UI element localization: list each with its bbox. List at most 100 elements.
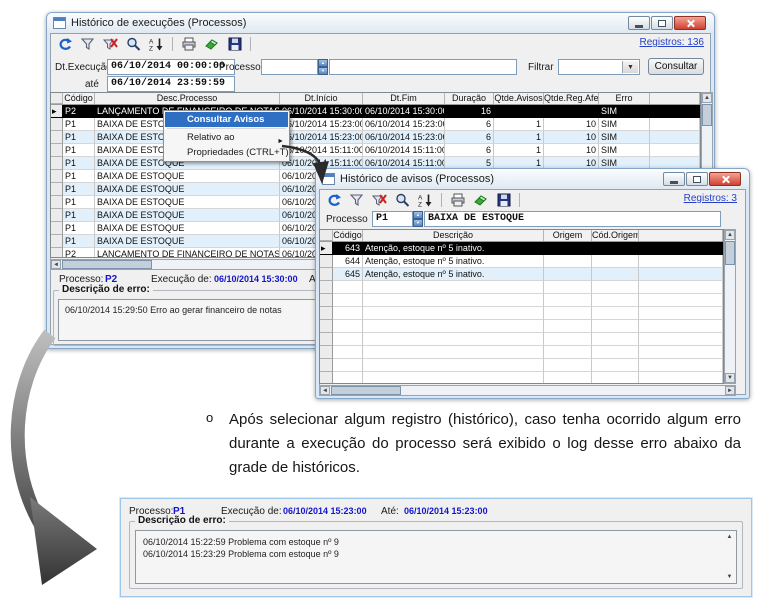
column-header[interactable]: Desc.Processo (95, 93, 280, 104)
menu-item-consultar-avisos[interactable]: Consultar Avisos (165, 112, 288, 127)
vertical-scrollbar[interactable]: ▲ ▼ (724, 229, 736, 384)
column-header[interactable]: Dt.Fim (363, 93, 445, 104)
table-row[interactable]: P1 BAIXA DE ESTOQUE 06/10/2014 15:23:00 … (51, 131, 700, 144)
consultar-button[interactable]: Consultar (648, 58, 704, 75)
minimize-button[interactable] (628, 16, 650, 30)
minimize-button[interactable] (663, 172, 685, 186)
column-header[interactable]: Código (63, 93, 95, 104)
refresh-icon[interactable] (324, 192, 343, 208)
zoom-icon[interactable] (124, 36, 143, 52)
processo-input[interactable] (261, 59, 318, 75)
table-row[interactable]: P1 BAIXA DE ESTOQUE 06/10/2014 15:11:00 … (51, 144, 700, 157)
scroll-up-icon[interactable]: ▲ (702, 93, 712, 103)
ate-input[interactable]: 06/10/2014 23:59:59 (107, 76, 235, 92)
cell-qtde-reg-afet (544, 105, 599, 118)
maximize-icon (658, 20, 666, 27)
spin-up-icon[interactable]: ▲ (318, 59, 328, 67)
filter-icon[interactable] (347, 192, 366, 208)
scroll-up-icon[interactable]: ▲ (725, 533, 734, 541)
window2-titlebar[interactable]: Histórico de avisos (Processos) (316, 169, 749, 189)
table-row[interactable] (320, 294, 723, 307)
column-header[interactable]: Origem (544, 230, 592, 241)
save-icon[interactable] (494, 192, 513, 208)
cell-cod-origem (592, 372, 639, 384)
erro-log-box[interactable]: 06/10/2014 15:22:59 Problema com estoque… (135, 530, 737, 584)
column-header[interactable]: Qtde.Reg.Afet. (544, 93, 599, 104)
table-row[interactable]: 643 Atenção, estoque nº 5 inativo. (320, 242, 723, 255)
column-header[interactable]: Descrição (363, 230, 544, 241)
window1-titlebar[interactable]: Histórico de execuções (Processos) (47, 13, 714, 33)
cell-codigo: P1 (63, 118, 95, 131)
spin-down-icon[interactable]: ▼ (318, 67, 328, 75)
processo-spinner[interactable]: ▲▼ (318, 59, 328, 75)
clean-icon[interactable] (202, 36, 221, 52)
clear-filter-icon[interactable] (370, 192, 389, 208)
column-header[interactable]: Qtde.Avisos (494, 93, 544, 104)
column-header[interactable]: Código (333, 230, 363, 241)
close-button[interactable] (709, 172, 741, 186)
table-row[interactable] (320, 307, 723, 320)
filtrar-combobox[interactable]: ▼ (558, 59, 640, 75)
column-header[interactable]: Cód.Origem (592, 230, 639, 241)
scroll-down-icon[interactable]: ▼ (725, 573, 734, 581)
refresh-icon[interactable] (55, 36, 74, 52)
scroll-up-icon[interactable]: ▲ (725, 230, 735, 240)
processo-input[interactable]: P1 (372, 211, 413, 227)
scroll-thumb[interactable] (702, 104, 712, 126)
toolbar-separator (250, 37, 251, 51)
registros-link[interactable]: Registros: 3 (684, 193, 737, 204)
column-header[interactable]: Duração (445, 93, 494, 104)
filter-icon[interactable] (78, 36, 97, 52)
table-row[interactable]: P2 LANÇAMENTO DE FINANCEIRO DE NOTAS 06/… (51, 105, 700, 118)
close-button[interactable] (674, 16, 706, 30)
scroll-thumb[interactable] (62, 260, 152, 269)
table-row[interactable] (320, 346, 723, 359)
menu-item-relativo-ao[interactable]: Relativo ao► (165, 130, 288, 145)
column-header[interactable]: Dt.Início (280, 93, 363, 104)
table-row[interactable]: 645 Atenção, estoque nº 5 inativo. (320, 268, 723, 281)
zoom-icon[interactable] (393, 192, 412, 208)
processo-spinner[interactable]: ▲▼ (413, 211, 423, 227)
table-row[interactable] (320, 333, 723, 346)
spin-down-icon[interactable]: ▼ (413, 219, 423, 227)
sort-icon[interactable]: AZ (147, 36, 166, 52)
table-row[interactable]: P1 BAIXA DE ESTOQUE 06/10/2014 15:23:00 … (51, 118, 700, 131)
registros-link[interactable]: Registros: 136 (640, 37, 704, 48)
processo-desc-field[interactable] (329, 59, 517, 75)
clean-icon[interactable] (471, 192, 490, 208)
table-row[interactable] (320, 372, 723, 384)
scroll-left-icon[interactable]: ◄ (320, 386, 330, 395)
scroll-left-icon[interactable]: ◄ (51, 260, 61, 269)
cell-dt-fim: 06/10/2014 15:23:00 (363, 131, 445, 144)
scroll-right-icon[interactable]: ► (725, 386, 735, 395)
chevron-down-icon[interactable]: ▼ (622, 61, 638, 73)
table-row[interactable]: 644 Atenção, estoque nº 5 inativo. (320, 255, 723, 268)
scroll-down-icon[interactable]: ▼ (725, 373, 735, 383)
column-header[interactable]: Erro (599, 93, 650, 104)
cell-codigo (333, 359, 363, 372)
print-icon[interactable] (448, 192, 467, 208)
processo-desc-field[interactable]: BAIXA DE ESTOQUE (424, 211, 721, 227)
row-indicator (320, 281, 333, 294)
row-indicator (320, 307, 333, 320)
svg-text:A: A (418, 195, 423, 202)
spin-up-icon[interactable]: ▲ (413, 211, 423, 219)
maximize-button[interactable] (651, 16, 673, 30)
table-row[interactable] (320, 281, 723, 294)
table-row[interactable] (320, 359, 723, 372)
clear-filter-icon[interactable] (101, 36, 120, 52)
descricao-erro-legend: Descrição de erro: (135, 515, 229, 526)
scroll-thumb[interactable] (331, 386, 401, 395)
table-row[interactable] (320, 320, 723, 333)
sort-icon[interactable]: AZ (416, 192, 435, 208)
menu-item-propriedades[interactable]: Propriedades (CTRL+T) (165, 145, 288, 160)
save-icon[interactable] (225, 36, 244, 52)
horizontal-scrollbar[interactable]: ◄ ► (319, 385, 736, 396)
dt-execucao-input[interactable]: 06/10/2014 00:00:00 (107, 59, 235, 75)
cell-dt-fim: 06/10/2014 15:30:00 (363, 105, 445, 118)
cell-cod-origem (592, 346, 639, 359)
row-indicator (320, 320, 333, 333)
scroll-thumb[interactable] (725, 241, 735, 265)
maximize-button[interactable] (686, 172, 708, 186)
print-icon[interactable] (179, 36, 198, 52)
